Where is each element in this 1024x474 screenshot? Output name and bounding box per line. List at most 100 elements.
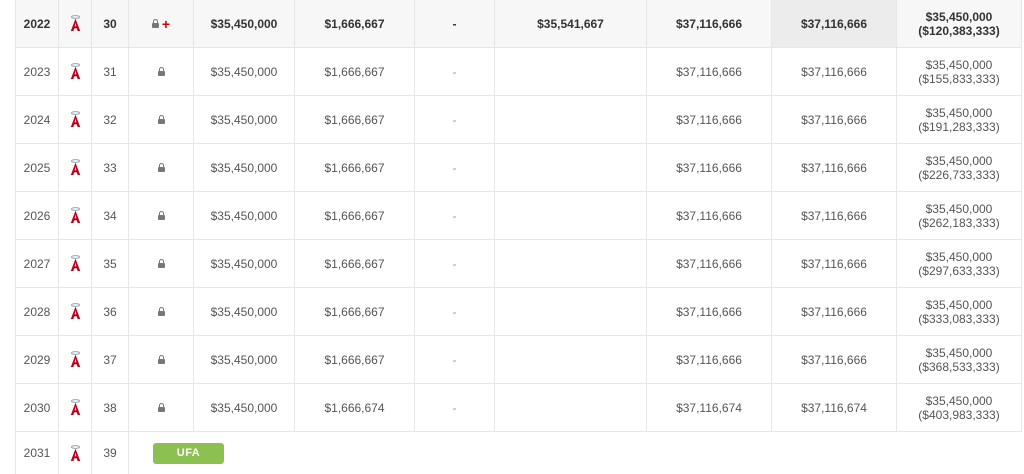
adjusted-payroll-cell: $37,116,666 xyxy=(772,0,897,47)
remaining-value: ($155,833,333) xyxy=(918,71,1000,86)
table-row: 2028 36 $35,450,000 $1,666,667- $37,116,666… xyxy=(15,288,1022,336)
cash-remaining-cell: $35,450,000 ($333,083,333) xyxy=(897,288,1022,335)
remaining-value: ($403,983,333) xyxy=(918,407,1000,422)
angels-logo-icon xyxy=(70,159,80,175)
payroll-salary-cell: $37,116,674 xyxy=(647,384,772,431)
signing-bonus-cell: $1,666,667 xyxy=(295,240,415,287)
payroll-salary-cell: $37,116,666 xyxy=(647,288,772,335)
adjusted-payroll-cell: $37,116,674 xyxy=(772,384,897,431)
table-row: 2022 30 + $35,450,000 $1,666,667- $35,541,66… xyxy=(15,0,1022,48)
angels-logo-icon xyxy=(70,351,80,367)
adjusted-payroll-cell: $37,116,666 xyxy=(772,96,897,143)
signing-bonus-cell: $1,666,667 xyxy=(295,336,415,383)
signing-bonus-cell: $1,666,667 xyxy=(295,288,415,335)
signing-bonus-cell: $1,666,667 xyxy=(295,144,415,191)
remaining-value: ($191,283,333) xyxy=(918,119,1000,134)
angels-logo-icon xyxy=(70,255,80,271)
lock-icon xyxy=(157,258,165,268)
cash-value: $35,450,000 xyxy=(925,345,993,360)
remaining-value: ($333,083,333) xyxy=(918,311,1000,326)
adjusted-payroll-cell: $37,116,666 xyxy=(772,192,897,239)
year-cell: 2028 xyxy=(15,288,59,335)
luxury-tax-cell xyxy=(495,48,647,95)
angels-logo-icon xyxy=(70,399,80,415)
cash-value: $35,450,000 xyxy=(925,153,993,168)
contract-table: 2022 30 + $35,450,000 $1,666,667- $35,541,66… xyxy=(15,0,1022,474)
age-cell: 38 xyxy=(92,384,129,431)
incentives-cell: - xyxy=(415,240,495,287)
base-salary-cell: $35,450,000 xyxy=(194,288,295,335)
luxury-tax-cell xyxy=(495,288,647,335)
adjusted-payroll-cell: $37,116,666 xyxy=(772,240,897,287)
payroll-salary-cell: $37,116,666 xyxy=(647,96,772,143)
base-salary-cell: $35,450,000 xyxy=(194,96,295,143)
year-cell: 2029 xyxy=(15,336,59,383)
cash-remaining-cell: $35,450,000 ($191,283,333) xyxy=(897,96,1022,143)
year-cell: 2022 xyxy=(15,0,59,47)
lock-icon xyxy=(157,162,165,172)
signing-bonus-cell: $1,666,667 xyxy=(295,96,415,143)
year-cell: 2025 xyxy=(15,144,59,191)
signing-bonus-cell: $1,666,667 xyxy=(295,48,415,95)
payroll-salary-cell: $37,116,666 xyxy=(647,192,772,239)
remaining-value: ($297,633,333) xyxy=(918,263,1000,278)
year-cell: 2023 xyxy=(15,48,59,95)
adjusted-payroll-cell: $37,116,666 xyxy=(772,288,897,335)
luxury-tax-cell xyxy=(495,336,647,383)
base-salary-cell: $35,450,000 xyxy=(194,144,295,191)
cash-value: $35,450,000 xyxy=(925,105,993,120)
age-cell: 30 xyxy=(92,0,129,47)
table-row: 2027 35 $35,450,000 $1,666,667- $37,116,666… xyxy=(15,240,1022,288)
angels-logo-icon xyxy=(70,444,80,461)
remaining-value: ($226,733,333) xyxy=(918,167,1000,182)
luxury-tax-cell xyxy=(495,144,647,191)
lock-icon xyxy=(157,306,165,316)
base-salary-cell: $35,450,000 xyxy=(194,48,295,95)
table-row: 2030 38 $35,450,000 $1,666,674- $37,116,674… xyxy=(15,384,1022,432)
cash-value: $35,450,000 xyxy=(925,393,993,408)
age-cell: 39 xyxy=(92,432,129,474)
team-logo-cell xyxy=(59,48,92,95)
age-cell: 31 xyxy=(92,48,129,95)
signing-bonus-cell: $1,666,667 xyxy=(295,0,415,47)
angels-logo-icon xyxy=(70,15,80,31)
base-salary-cell: $35,450,000 xyxy=(194,0,295,47)
cash-remaining-cell: $35,450,000 ($262,183,333) xyxy=(897,192,1022,239)
incentives-cell: - xyxy=(415,144,495,191)
lock-icon xyxy=(157,402,165,412)
lock-icon xyxy=(157,354,165,364)
incentives-cell: - xyxy=(415,384,495,431)
payroll-salary-cell: $37,116,666 xyxy=(647,48,772,95)
status-cell xyxy=(129,384,194,431)
age-cell: 32 xyxy=(92,96,129,143)
incentives-cell: - xyxy=(415,336,495,383)
year-cell: 2027 xyxy=(15,240,59,287)
table-row: 2023 31 $35,450,000 $1,666,667- $37,116,666… xyxy=(15,48,1022,96)
lock-icon xyxy=(157,114,165,124)
ufa-badge: UFA xyxy=(153,442,224,464)
table-row: 2029 37 $35,450,000 $1,666,667- $37,116,666… xyxy=(15,336,1022,384)
team-logo-cell xyxy=(59,432,92,474)
incentives-cell: - xyxy=(415,0,495,47)
status-cell: + xyxy=(129,0,194,47)
year-cell: 2031 xyxy=(15,432,59,474)
team-logo-cell xyxy=(59,96,92,143)
status-cell xyxy=(129,192,194,239)
status-cell xyxy=(129,144,194,191)
luxury-tax-cell xyxy=(495,192,647,239)
cash-remaining-cell: $35,450,000 ($226,733,333) xyxy=(897,144,1022,191)
incentives-cell: - xyxy=(415,192,495,239)
team-logo-cell xyxy=(59,144,92,191)
luxury-tax-cell xyxy=(495,240,647,287)
status-cell xyxy=(129,240,194,287)
payroll-salary-cell: $37,116,666 xyxy=(647,144,772,191)
incentives-cell: - xyxy=(415,288,495,335)
age-cell: 34 xyxy=(92,192,129,239)
base-salary-cell: $35,450,000 xyxy=(194,192,295,239)
cash-value: $35,450,000 xyxy=(925,57,993,72)
cash-value: $35,450,000 xyxy=(925,297,993,312)
cash-remaining-cell: $35,450,000 ($368,533,333) xyxy=(897,336,1022,383)
base-salary-cell: $35,450,000 xyxy=(194,240,295,287)
remaining-value: ($368,533,333) xyxy=(918,359,1000,374)
injured-list-icon[interactable]: + xyxy=(162,17,170,31)
